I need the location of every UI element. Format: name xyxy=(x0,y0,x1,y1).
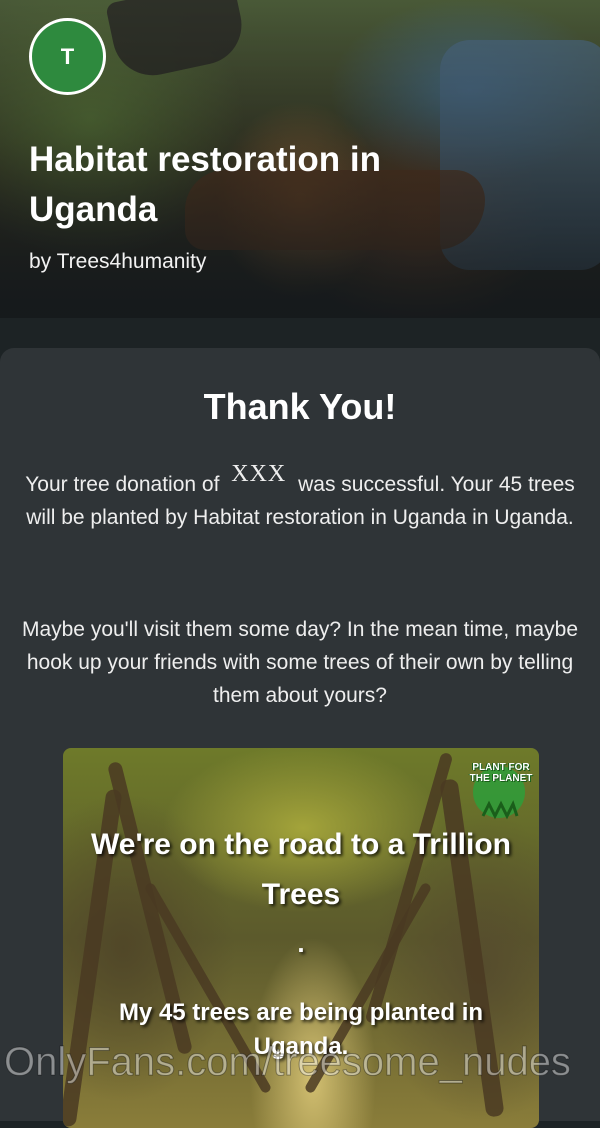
share-separator: . xyxy=(297,928,305,958)
project-hero: T Habitat restoration in Uganda by Trees… xyxy=(0,0,600,318)
logo-text: PLANT FOR THE PLANET xyxy=(469,762,533,784)
thank-you-heading: Thank You! xyxy=(203,386,397,427)
organization-avatar[interactable]: T xyxy=(29,18,106,95)
donation-prefix: Your tree donation of xyxy=(25,473,226,496)
share-prompt: Maybe you'll visit them some day? In the… xyxy=(21,618,579,707)
donation-amount: XXX xyxy=(231,461,287,487)
watermark: OnlyFans.com/treesome_nudes xyxy=(4,1040,572,1085)
project-byline[interactable]: by Trees4humanity xyxy=(29,250,206,274)
project-title: Habitat restoration in Uganda xyxy=(29,140,381,229)
donation-message: Your tree donation of XXX was successful… xyxy=(20,461,580,534)
thank-you-card: Thank You! Your tree donation of XXX was… xyxy=(0,348,600,1128)
share-headline: We're on the road to a Trillion Trees xyxy=(91,828,511,911)
